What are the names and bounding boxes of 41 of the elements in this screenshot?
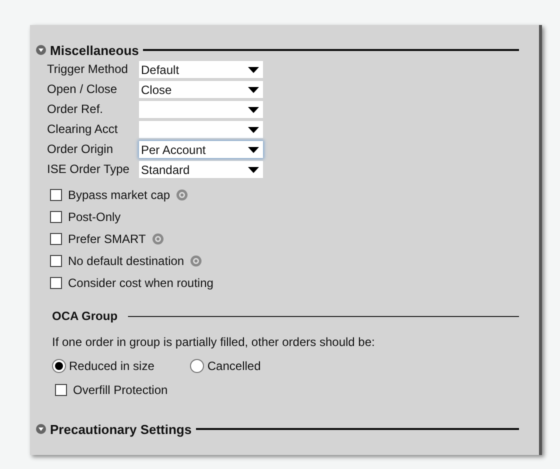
checkbox-label: Bypass market cap bbox=[68, 188, 170, 202]
dropdown[interactable]: Per Account bbox=[139, 141, 263, 158]
dropdown[interactable]: Default bbox=[139, 61, 263, 78]
caret-icon bbox=[248, 166, 259, 172]
checkbox-label: No default destination bbox=[68, 254, 184, 268]
help-icon[interactable] bbox=[176, 188, 188, 200]
checkbox[interactable] bbox=[50, 276, 62, 288]
checkbox[interactable] bbox=[55, 384, 67, 396]
collapse-icon[interactable] bbox=[36, 424, 46, 434]
field-label: Clearing Acct bbox=[47, 121, 119, 138]
caret-icon bbox=[248, 126, 259, 132]
group-title: OCA Group bbox=[52, 309, 118, 323]
checkbox[interactable] bbox=[50, 188, 62, 200]
field-label: Order Ref. bbox=[47, 101, 104, 118]
caret-icon bbox=[248, 146, 259, 152]
radio-button[interactable] bbox=[52, 359, 66, 373]
radio-button[interactable] bbox=[190, 359, 204, 373]
checkbox[interactable] bbox=[50, 254, 62, 266]
dropdown[interactable]: Close bbox=[139, 81, 263, 98]
dropdown[interactable]: Standard bbox=[139, 161, 263, 178]
caret-icon bbox=[248, 66, 259, 72]
radio-label: Reduced in size bbox=[69, 359, 154, 373]
field-label: Order Origin bbox=[47, 141, 114, 158]
help-icon[interactable] bbox=[152, 232, 164, 244]
field-label: Trigger Method bbox=[47, 61, 129, 78]
caret-icon bbox=[248, 106, 259, 112]
collapse-icon[interactable] bbox=[36, 45, 46, 55]
field-label: ISE Order Type bbox=[47, 161, 130, 178]
group-description: If one order in group is partially filled, other orders should be: bbox=[52, 335, 376, 349]
help-icon[interactable] bbox=[190, 254, 202, 266]
checkbox-label: Consider cost when routing bbox=[68, 276, 214, 290]
checkbox-label: Prefer SMART bbox=[68, 232, 146, 246]
checkbox-label: Post-Only bbox=[68, 210, 121, 224]
caret-icon bbox=[248, 86, 259, 92]
field-label: Open / Close bbox=[47, 81, 118, 98]
checkbox[interactable] bbox=[50, 210, 62, 222]
checkbox-label: Overfill Protection bbox=[73, 382, 168, 396]
section-title: Miscellaneous bbox=[50, 42, 139, 58]
radio-label: Cancelled bbox=[207, 359, 261, 373]
checkbox[interactable] bbox=[50, 232, 62, 244]
section-title: Precautionary Settings bbox=[50, 422, 192, 436]
